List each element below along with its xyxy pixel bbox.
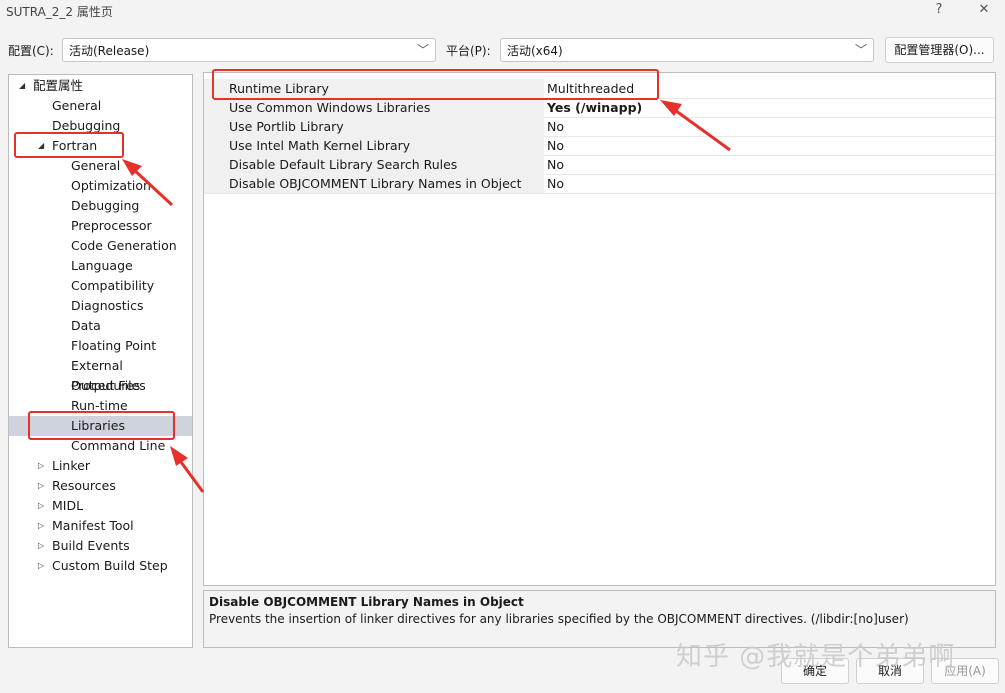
annotation-arrows (122, 100, 731, 493)
arrow-icon (660, 100, 731, 152)
watermark: 知乎 @我就是个弟弟啊 (676, 642, 956, 672)
arrow-icon (170, 446, 205, 493)
arrow-icon (122, 159, 174, 207)
